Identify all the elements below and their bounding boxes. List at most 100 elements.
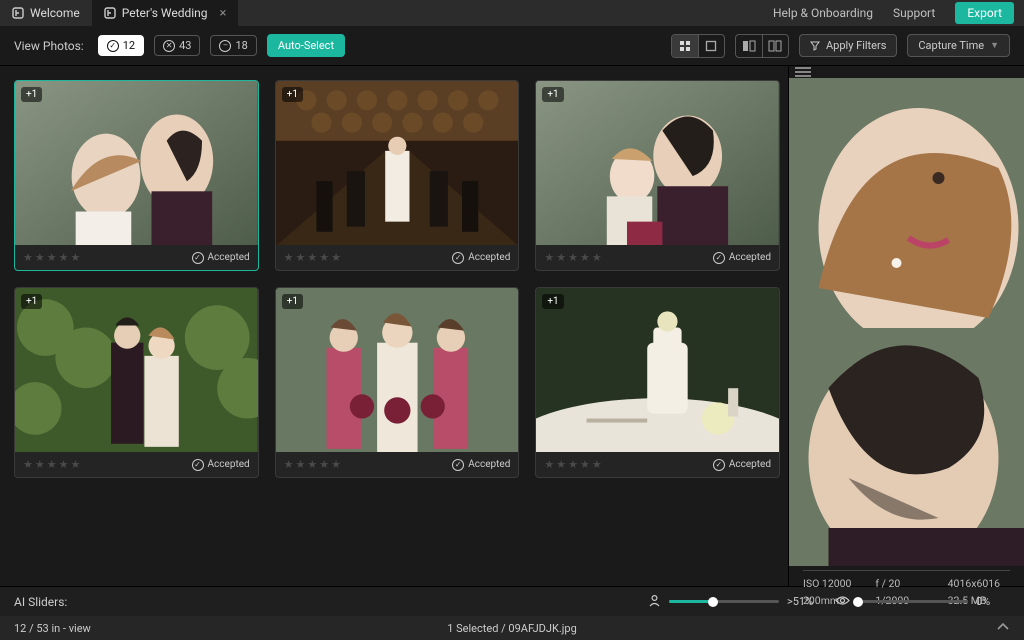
stack-badge: +1 — [21, 294, 42, 309]
card-footer: ★★★★★ ✓ Accepted — [276, 452, 519, 477]
status-chip[interactable]: ✓ Accepted — [192, 252, 250, 264]
check-circle-icon: ✓ — [452, 459, 464, 471]
card-footer: ★★★★★ ✓ Accepted — [15, 452, 258, 477]
check-circle-icon: ✓ — [107, 40, 119, 52]
tab-welcome[interactable]: Welcome — [0, 0, 92, 26]
slider-track[interactable] — [858, 600, 968, 603]
tab-label: Peter's Wedding — [122, 6, 208, 20]
photo-grid: +1 ★★★★★ — [14, 80, 780, 478]
status-left: 12 / 53 in - view — [14, 622, 91, 635]
person-icon — [648, 594, 661, 610]
card-footer: ★★★★★ ✓ Accepted — [276, 245, 519, 270]
card-footer: ★★★★★ ✓ Accepted — [536, 452, 779, 477]
auto-select-button[interactable]: Auto-Select — [267, 34, 345, 57]
star-rating[interactable]: ★★★★★ — [23, 458, 80, 471]
photo-card[interactable]: +1 — [275, 287, 520, 478]
status-label: Accepted — [208, 252, 250, 263]
photo-card[interactable]: +1 ★★★★★ ✓Ac — [535, 80, 780, 271]
slider-track[interactable] — [669, 600, 779, 603]
sort-dropdown[interactable]: Capture Time ▼ — [907, 34, 1010, 57]
tab-label: Welcome — [30, 6, 80, 20]
photo-card[interactable]: +1 ★★★★★ ✓ Accepted — [535, 287, 780, 478]
status-chip[interactable]: ✓ Accepted — [192, 459, 250, 471]
main: +1 ★★★★★ — [0, 66, 1024, 586]
grid-view-icon[interactable] — [672, 35, 698, 57]
preview-image-top[interactable] — [789, 78, 1024, 328]
photo-thumbnail: +1 — [15, 288, 258, 452]
collapse-icon[interactable] — [996, 622, 1010, 635]
minus-circle-icon: – — [219, 40, 231, 52]
star-rating[interactable]: ★★★★★ — [284, 458, 341, 471]
status-chip[interactable]: ✓Accepted — [713, 252, 771, 264]
filter-rejected-pill[interactable]: ✕ 43 — [154, 35, 200, 56]
photo-card[interactable]: +1 ★★★★★ — [14, 80, 259, 271]
help-link[interactable]: Help & Onboarding — [773, 6, 873, 20]
photo-card[interactable]: +1 ★★★★★ — [275, 80, 520, 271]
compare-toggle — [735, 34, 789, 58]
toolbar: View Photos: ✓ 12 ✕ 43 – 18 Auto-Select … — [0, 26, 1024, 66]
app-logo-icon — [12, 7, 24, 19]
tabs-right: Help & Onboarding Support Export — [773, 0, 1024, 26]
sort-label: Capture Time — [918, 39, 984, 52]
slider-value: 0% — [976, 595, 1010, 608]
check-circle-icon: ✓ — [452, 252, 464, 264]
star-rating[interactable]: ★★★★★ — [544, 458, 601, 471]
view-photos-label: View Photos: — [14, 39, 84, 53]
stack-badge: +1 — [282, 294, 303, 309]
status-center: 1 Selected / 09AFJDJK.jpg — [447, 622, 577, 635]
photo-card[interactable]: +1 ★★★★★ ✓ Accepted — [14, 287, 259, 478]
meta-fstop: f / 20 — [875, 577, 937, 590]
card-footer: ★★★★★ ✓ Accepted — [15, 245, 258, 270]
check-circle-icon: ✓ — [192, 252, 204, 264]
close-icon[interactable]: × — [220, 6, 227, 21]
star-rating[interactable]: ★★★★★ — [544, 251, 601, 264]
panel-handle-icon[interactable] — [789, 66, 1024, 78]
eye-slider[interactable]: 0% — [835, 594, 1010, 610]
star-rating[interactable]: ★★★★★ — [284, 251, 341, 264]
meta-iso: ISO 12000 — [803, 577, 865, 590]
person-slider[interactable]: >51% — [648, 594, 821, 610]
filter-icon — [810, 41, 820, 51]
check-circle-icon: ✓ — [192, 459, 204, 471]
meta-dimensions: 4016x6016 — [948, 577, 1010, 590]
card-footer: ★★★★★ ✓Accepted — [536, 245, 779, 270]
filter-accepted-count: 12 — [123, 39, 135, 52]
x-circle-icon: ✕ — [163, 40, 175, 52]
status-label: Accepted — [468, 459, 510, 470]
app-logo-icon — [104, 7, 116, 19]
slider-value: >51% — [787, 595, 821, 608]
stack-badge: +1 — [21, 87, 42, 102]
filter-unrated-pill[interactable]: – 18 — [210, 35, 256, 56]
compare-split-icon[interactable] — [762, 35, 788, 57]
photo-thumbnail: +1 — [536, 81, 779, 245]
preview-image-bottom[interactable] — [789, 328, 1024, 566]
photo-thumbnail: +1 — [276, 81, 519, 245]
check-circle-icon: ✓ — [713, 459, 725, 471]
check-circle-icon: ✓ — [713, 252, 725, 264]
status-label: Accepted — [468, 252, 510, 263]
status-bar: 12 / 53 in - view 1 Selected / 09AFJDJK.… — [0, 616, 1024, 640]
star-rating[interactable]: ★★★★★ — [23, 251, 80, 264]
status-chip[interactable]: ✓ Accepted — [452, 252, 510, 264]
chevron-down-icon: ▼ — [990, 40, 999, 51]
export-button[interactable]: Export — [955, 2, 1014, 24]
status-chip[interactable]: ✓ Accepted — [452, 459, 510, 471]
ai-sliders-label: AI Sliders: — [14, 595, 67, 609]
tabs-bar: Welcome Peter's Wedding × Help & Onboard… — [0, 0, 1024, 26]
photo-thumbnail: +1 — [536, 288, 779, 452]
tab-project[interactable]: Peter's Wedding × — [92, 0, 239, 26]
apply-filters-dropdown[interactable]: Apply Filters — [799, 34, 897, 57]
filter-accepted-pill[interactable]: ✓ 12 — [98, 35, 144, 56]
status-chip[interactable]: ✓ Accepted — [713, 459, 771, 471]
single-view-icon[interactable] — [698, 35, 724, 57]
eye-icon — [835, 594, 850, 610]
filter-unrated-count: 18 — [235, 39, 247, 52]
grid-area: +1 ★★★★★ — [0, 66, 788, 586]
compare-left-icon[interactable] — [736, 35, 762, 57]
status-label: Accepted — [729, 459, 771, 470]
filter-rejected-count: 43 — [179, 39, 191, 52]
stack-badge: +1 — [542, 87, 563, 102]
support-link[interactable]: Support — [893, 6, 935, 20]
preview-panel: ISO 12000 f / 20 4016x6016 200mm 1/2000 … — [788, 66, 1024, 586]
status-label: Accepted — [208, 459, 250, 470]
